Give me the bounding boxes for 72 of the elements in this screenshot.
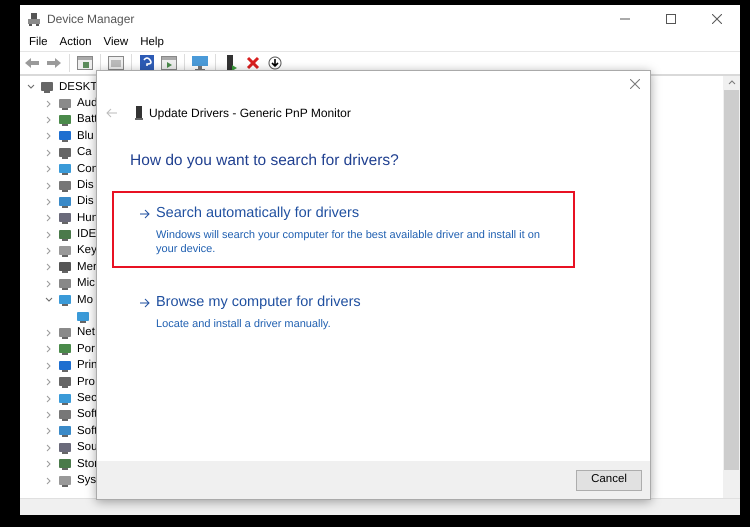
- device-icon: [58, 178, 72, 193]
- window-button[interactable]: [160, 54, 178, 72]
- window-title: Device Manager: [47, 10, 134, 28]
- device-icon: [58, 228, 72, 242]
- monitor-icon: [76, 310, 90, 324]
- scrollbar[interactable]: [723, 76, 740, 498]
- device-icon: [58, 162, 72, 176]
- menu-item[interactable]: Help: [134, 32, 170, 50]
- window-button[interactable]: [107, 54, 125, 72]
- device-icon: [58, 293, 72, 308]
- device-icon: [58, 375, 72, 390]
- device-icon: [58, 474, 72, 488]
- help-button[interactable]: [138, 54, 156, 72]
- option-link[interactable]: Search automatically for drivers: [140, 203, 360, 225]
- tree-item[interactable]: Net: [77, 324, 95, 342]
- device-icon: [58, 260, 72, 274]
- device-icon: [58, 276, 72, 291]
- device-icon: [58, 146, 72, 160]
- tree-item[interactable]: Dis: [77, 176, 94, 194]
- tree-item[interactable]: Dis: [77, 193, 94, 211]
- uninstall-button[interactable]: [244, 54, 262, 72]
- computer-icon: [27, 12, 41, 26]
- device-icon: [58, 211, 72, 226]
- device-icon: [58, 112, 72, 127]
- menu-item[interactable]: Action: [54, 32, 98, 50]
- maximize-icon: [666, 14, 676, 24]
- device-icon: [58, 457, 72, 472]
- close-button[interactable]: [628, 77, 642, 91]
- arrow-icon: [140, 298, 150, 308]
- tree-item[interactable]: Sys: [77, 472, 96, 490]
- menu-item[interactable]: File: [23, 32, 54, 50]
- tree-item[interactable]: DESKT: [59, 78, 98, 96]
- tree-item[interactable]: Soft: [77, 422, 98, 440]
- tree-item[interactable]: Soft: [77, 406, 98, 424]
- tree-item[interactable]: Key: [77, 242, 97, 260]
- device-icon: [58, 358, 72, 373]
- tree-item[interactable]: Blu: [77, 128, 94, 145]
- dialog-title: Update Drivers - Generic PnP Monitor: [149, 105, 351, 122]
- monitor-button[interactable]: [191, 54, 209, 72]
- tree-item[interactable]: Pro: [77, 374, 95, 391]
- device-icon: [135, 106, 143, 120]
- download-button[interactable]: [266, 54, 284, 72]
- dialog-heading: How do you want to search for drivers?: [130, 151, 400, 171]
- close-icon: [712, 14, 722, 24]
- device-icon: [58, 424, 72, 438]
- device-icon: [58, 326, 72, 340]
- tree-item[interactable]: Por: [77, 340, 95, 358]
- device-icon: [58, 96, 72, 111]
- option-link[interactable]: Browse my computer for drivers: [140, 292, 361, 314]
- properties-button[interactable]: [76, 54, 94, 72]
- device-icon: [58, 408, 72, 422]
- tree-item[interactable]: Mer: [77, 258, 97, 276]
- cancel-button[interactable]: Cancel: [576, 470, 642, 490]
- device-icon: [58, 392, 72, 406]
- tree-item[interactable]: Mo: [77, 292, 93, 309]
- back-icon[interactable]: [106, 108, 118, 118]
- tree-item[interactable]: Batt: [77, 111, 98, 129]
- menu-item[interactable]: View: [98, 32, 134, 50]
- tree-item[interactable]: Mic: [77, 275, 95, 293]
- device-icon: [58, 440, 72, 455]
- tree-item[interactable]: Ca: [77, 144, 92, 162]
- tree-item[interactable]: IDE: [77, 226, 96, 244]
- tree-item[interactable]: Sec: [77, 390, 97, 408]
- option-description: Windows will search your computer for the best available driver and install it on your device.: [156, 228, 541, 256]
- tree-item[interactable]: Stor: [77, 456, 98, 473]
- device-icon: [58, 129, 72, 144]
- arrow-icon: [140, 209, 150, 220]
- device-icon: [58, 244, 72, 258]
- device-icon: [58, 194, 72, 209]
- device-icon: [58, 342, 72, 356]
- computer-icon: [40, 80, 54, 94]
- option-description: Locate and install a driver manually.: [156, 316, 332, 331]
